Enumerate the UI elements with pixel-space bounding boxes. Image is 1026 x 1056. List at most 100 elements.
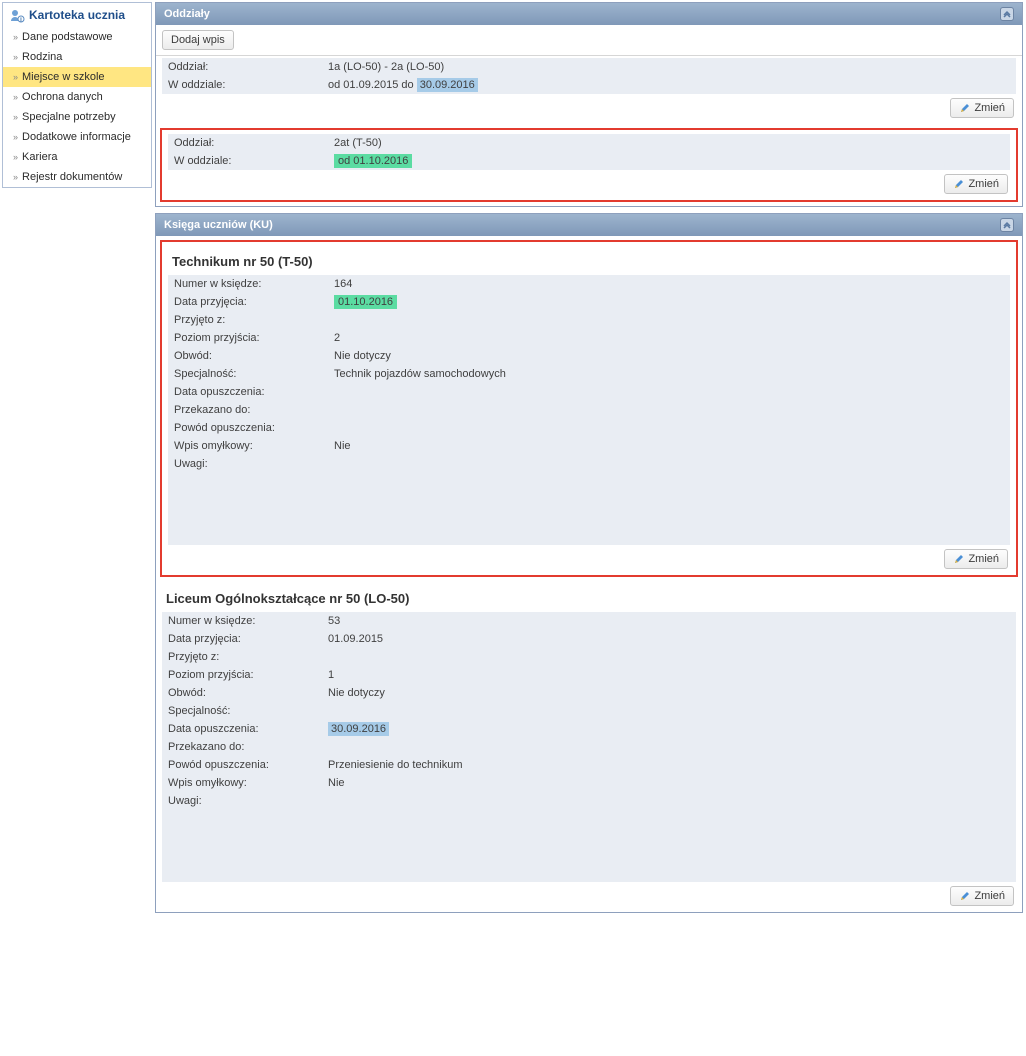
field-row: Przyjęto z: — [168, 311, 1010, 329]
pencil-icon — [959, 102, 971, 114]
sidebar-item-dodatkowe-informacje[interactable]: »Dodatkowe informacje — [3, 127, 151, 147]
field-row: Powód opuszczenia: — [168, 419, 1010, 437]
field-row: Data opuszczenia: 30.09.2016 — [162, 720, 1016, 738]
button-label: Zmień — [974, 890, 1005, 902]
field-row: Obwód:Nie dotyczy — [162, 684, 1016, 702]
sidebar-item-dane-podstawowe[interactable]: » Dane podstawowe — [3, 27, 151, 47]
field-value — [328, 455, 1010, 545]
field-value — [322, 648, 1016, 666]
sidebar-item-rejestr-dokumentow[interactable]: »Rejestr dokumentów — [3, 167, 151, 187]
field-label: Uwagi: — [162, 792, 322, 810]
panel-header-ku: Księga uczniów (KU) — [156, 214, 1022, 236]
record-actions: Zmień — [162, 94, 1016, 118]
panel-title: Oddziały — [164, 8, 210, 20]
chevron-icon: » — [13, 92, 16, 102]
user-card-icon: i — [9, 7, 25, 23]
field-label: Oddział: — [168, 134, 328, 152]
field-label: Numer w księdze: — [168, 275, 328, 293]
sidebar-item-label: Dane podstawowe — [22, 31, 113, 43]
school-heading: Liceum Ogólnokształcące nr 50 (LO-50) — [162, 583, 1016, 612]
field-value: 1 — [322, 666, 1016, 684]
sidebar-item-rodzina[interactable]: »Rodzina — [3, 47, 151, 67]
field-label: Specjalność: — [168, 365, 328, 383]
chevron-icon: » — [13, 32, 16, 42]
sidebar-item-ochrona-danych[interactable]: » Ochrona danych — [3, 87, 151, 107]
field-value: Przeniesienie do technikum — [322, 756, 1016, 774]
sidebar-item-label: Ochrona danych — [22, 91, 103, 103]
sidebar-item-kariera[interactable]: »Kariera — [3, 147, 151, 167]
field-value: Nie — [322, 774, 1016, 792]
sidebar-item-miejsce-w-szkole[interactable]: »Miejsce w szkole — [3, 67, 151, 87]
field-row: Przyjęto z: — [162, 648, 1016, 666]
field-value: Nie dotyczy — [322, 684, 1016, 702]
field-row: Powód opuszczenia:Przeniesienie do techn… — [162, 756, 1016, 774]
field-value: od 01.09.2015 do 30.09.2016 — [322, 76, 1016, 94]
field-row: Wpis omyłkowy:Nie — [168, 437, 1010, 455]
chevron-icon: » — [13, 172, 16, 182]
record-actions: Zmień — [168, 170, 1010, 194]
edit-button[interactable]: Zmień — [950, 886, 1014, 906]
collapse-button[interactable] — [1000, 218, 1014, 232]
edit-button[interactable]: Zmień — [944, 549, 1008, 569]
record-actions: Zmień — [168, 545, 1010, 569]
field-value: Nie dotyczy — [328, 347, 1010, 365]
panel-title: Księga uczniów (KU) — [164, 219, 273, 231]
chevron-up-icon — [1003, 221, 1011, 229]
field-label: Data opuszczenia: — [168, 383, 328, 401]
field-row: Data przyjęcia:01.10.2016 — [168, 293, 1010, 311]
chevron-icon: » — [13, 112, 16, 122]
field-label: Data opuszczenia: — [162, 720, 322, 738]
field-value: 30.09.2016 — [322, 720, 1016, 738]
field-row: Poziom przyjścia:2 — [168, 329, 1010, 347]
highlighted-date: 01.10.2016 — [334, 295, 397, 309]
edit-button[interactable]: Zmień — [950, 98, 1014, 118]
button-label: Zmień — [968, 553, 999, 565]
highlighted-date: 30.09.2016 — [328, 722, 389, 736]
record-actions: Zmień — [162, 882, 1016, 906]
panel-oddzialy: Oddziały Dodaj wpis Oddział: 1a (LO-50) … — [155, 2, 1023, 207]
field-label: Wpis omyłkowy: — [168, 437, 328, 455]
button-label: Zmień — [968, 178, 999, 190]
edit-button[interactable]: Zmień — [944, 174, 1008, 194]
field-value: Nie — [328, 437, 1010, 455]
field-value — [328, 311, 1010, 329]
oddzial-record-highlighted: Oddział: 2at (T-50) W oddziale: od 01.10… — [160, 128, 1018, 202]
field-value — [322, 792, 1016, 882]
sidebar-item-label: Miejsce w szkole — [22, 71, 105, 83]
field-value: 2at (T-50) — [328, 134, 1010, 152]
sidebar-title: Kartoteka ucznia — [29, 8, 125, 22]
field-value: od 01.10.2016 — [328, 152, 1010, 170]
field-value — [328, 419, 1010, 437]
field-label: Poziom przyjścia: — [162, 666, 322, 684]
sidebar-item-label: Specjalne potrzeby — [22, 111, 116, 123]
pencil-icon — [953, 178, 965, 190]
add-entry-button[interactable]: Dodaj wpis — [162, 30, 234, 50]
field-row: Wpis omyłkowy:Nie — [162, 774, 1016, 792]
field-label: Przyjęto z: — [168, 311, 328, 329]
field-label: Data przyjęcia: — [162, 630, 322, 648]
field-value — [328, 383, 1010, 401]
sidebar-item-specjalne-potrzeby[interactable]: » Specjalne potrzeby — [3, 107, 151, 127]
field-row: Numer w księdze:53 — [162, 612, 1016, 630]
field-row: Poziom przyjścia:1 — [162, 666, 1016, 684]
highlighted-date: od 01.10.2016 — [334, 154, 412, 168]
field-row: Przekazano do: — [162, 738, 1016, 756]
toolbar-oddzialy: Dodaj wpis — [156, 25, 1022, 56]
field-label: Poziom przyjścia: — [168, 329, 328, 347]
field-value: 164 — [328, 275, 1010, 293]
pencil-icon — [959, 890, 971, 902]
sidebar-item-label: Rodzina — [22, 51, 62, 63]
field-row: W oddziale: od 01.10.2016 — [168, 152, 1010, 170]
chevron-icon: » — [13, 132, 16, 142]
collapse-button[interactable] — [1000, 7, 1014, 21]
panel-header-oddzialy: Oddziały — [156, 3, 1022, 25]
field-label: W oddziale: — [168, 152, 328, 170]
field-row: Data przyjęcia:01.09.2015 — [162, 630, 1016, 648]
field-row: Uwagi: — [162, 792, 1016, 882]
panel-ku: Księga uczniów (KU) Technikum nr 50 (T-5… — [155, 213, 1023, 913]
field-label: Wpis omyłkowy: — [162, 774, 322, 792]
field-label: Obwód: — [162, 684, 322, 702]
button-label: Zmień — [974, 102, 1005, 114]
field-row: Oddział: 1a (LO-50) - 2a (LO-50) — [162, 58, 1016, 76]
field-value: 01.10.2016 — [328, 293, 1010, 311]
